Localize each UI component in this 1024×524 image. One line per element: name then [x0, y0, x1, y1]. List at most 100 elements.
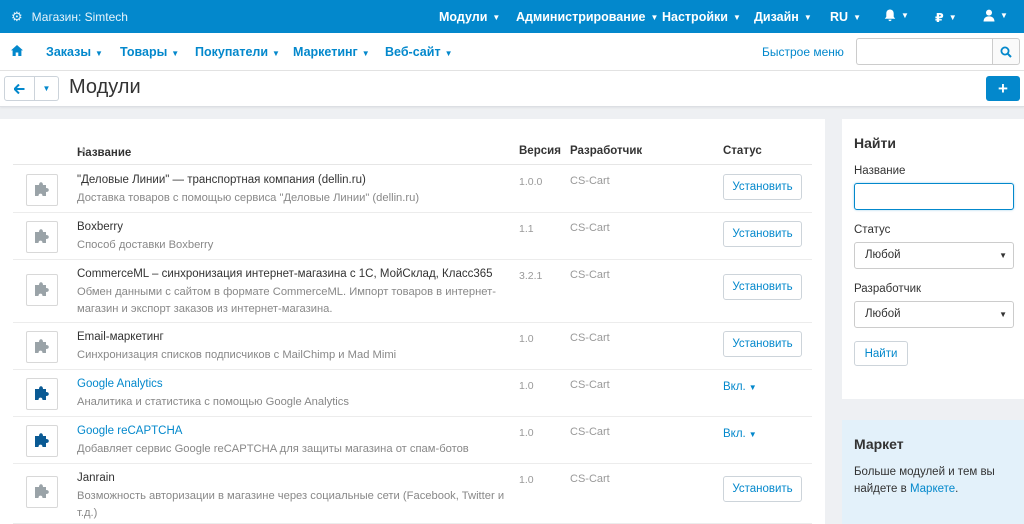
- topnav-administration-label: Администрирование: [516, 10, 646, 24]
- table-row: Google Analytics Аналитика и статистика с…: [13, 370, 812, 417]
- name-filter-label: Название: [854, 165, 906, 177]
- search-sidebar: Найти Название Статус Любой ▼ Разработчик…: [842, 119, 1024, 399]
- addon-developer: CS-Cart: [570, 473, 610, 485]
- addon-icon-box: [26, 174, 58, 206]
- puzzle-icon: [33, 482, 51, 503]
- chevron-down-icon: ▼: [492, 12, 501, 22]
- search-icon: [1000, 46, 1012, 58]
- quick-menu-link[interactable]: Быстрое меню: [762, 45, 844, 59]
- nav-orders-label: Заказы: [46, 45, 92, 59]
- topnav-administration[interactable]: Администрирование ▼: [516, 10, 658, 24]
- chevron-down-icon: ▼: [748, 430, 757, 439]
- user-icon: [983, 9, 995, 22]
- topnav-design[interactable]: Дизайн ▼: [754, 10, 812, 24]
- puzzle-icon: [33, 227, 51, 248]
- status-filter-value: Любой: [865, 249, 901, 261]
- store-name: Магазин: Simtech: [31, 9, 128, 24]
- table-row: Boxberry Способ доставки Boxberry 1.1 CS-Ca…: [13, 213, 812, 260]
- addon-developer: CS-Cart: [570, 332, 610, 344]
- name-filter-input[interactable]: [854, 183, 1014, 210]
- topnav-modules[interactable]: Модули ▼: [439, 10, 500, 24]
- addon-developer: CS-Cart: [570, 426, 610, 438]
- addon-name: Janrain: [77, 472, 115, 484]
- puzzle-icon: [33, 384, 51, 405]
- user-menu[interactable]: ▼: [983, 9, 1008, 22]
- add-addon-button[interactable]: +: [986, 76, 1020, 101]
- addon-version: 1.1: [519, 223, 534, 235]
- table-row: CommerceML – синхронизация интернет-мага…: [13, 260, 812, 323]
- install-button[interactable]: Установить: [723, 221, 802, 247]
- topnav-settings[interactable]: Настройки ▼: [662, 10, 741, 24]
- status-dropdown[interactable]: Вкл. ▼: [723, 381, 757, 393]
- search-input[interactable]: [856, 38, 992, 65]
- market-link[interactable]: Маркете: [910, 483, 955, 495]
- addon-description: Аналитика и статистика с помощью Google …: [77, 396, 349, 408]
- addon-version: 1.0.0: [519, 176, 543, 188]
- table-header: Название ▲ Версия Разработчик Статус: [13, 143, 812, 165]
- install-button[interactable]: Установить: [723, 274, 802, 300]
- chevron-down-icon: ▼: [95, 49, 103, 58]
- chevron-down-icon: ▼: [853, 12, 861, 22]
- addon-description: Способ доставки Boxberry: [77, 239, 214, 251]
- addon-icon-box: [26, 331, 58, 363]
- chevron-down-icon: ▼: [901, 11, 909, 20]
- plus-icon: +: [998, 78, 1008, 98]
- bell-icon: [884, 9, 896, 22]
- install-button[interactable]: Установить: [723, 174, 802, 200]
- search-button[interactable]: [992, 38, 1020, 65]
- install-button[interactable]: Установить: [723, 476, 802, 502]
- back-button[interactable]: [4, 76, 35, 101]
- notifications-button[interactable]: ▼: [884, 9, 909, 22]
- nav-products-label: Товары: [120, 45, 168, 59]
- chevron-down-icon: ▼: [42, 84, 51, 93]
- addon-name[interactable]: Google reCAPTCHA: [77, 425, 182, 437]
- addon-developer: CS-Cart: [570, 222, 610, 234]
- col-developer-header: Разработчик: [570, 145, 643, 157]
- language-selector[interactable]: RU ▼: [830, 10, 861, 24]
- developer-filter-value: Любой: [865, 308, 901, 320]
- addon-developer: CS-Cart: [570, 175, 610, 187]
- status-filter-select[interactable]: Любой ▼: [854, 242, 1014, 269]
- page-header: ▼ Модули +: [0, 71, 1024, 107]
- chevron-down-icon: ▼: [999, 251, 1007, 260]
- addon-version: 1.0: [519, 333, 534, 345]
- developer-filter-label: Разработчик: [854, 283, 922, 295]
- status-dropdown[interactable]: Вкл. ▼: [723, 428, 757, 440]
- nav-customers-label: Покупатели: [195, 45, 269, 59]
- page-title: Модули: [69, 76, 141, 98]
- addon-version: 1.0: [519, 380, 534, 392]
- addon-name[interactable]: Google Analytics: [77, 378, 163, 390]
- home-icon[interactable]: [11, 44, 23, 59]
- history-dropdown[interactable]: ▼: [35, 76, 59, 101]
- table-row: Email-маркетинг Синхронизация списков под…: [13, 323, 812, 370]
- chevron-down-icon: ▼: [748, 383, 757, 392]
- developer-filter-select[interactable]: Любой ▼: [854, 301, 1014, 328]
- chevron-down-icon: ▼: [650, 12, 659, 22]
- chevron-down-icon: ▼: [999, 310, 1007, 319]
- puzzle-icon: [33, 180, 51, 201]
- store-selector[interactable]: ⚙ Магазин: Simtech: [0, 9, 128, 25]
- chevron-down-icon: ▼: [272, 49, 280, 58]
- chevron-down-icon: ▼: [1000, 11, 1008, 20]
- status-filter-label: Статус: [854, 224, 891, 236]
- addon-icon-box: [26, 221, 58, 253]
- addon-name: Boxberry: [77, 221, 124, 233]
- addon-icon-box: [26, 425, 58, 457]
- nav-products[interactable]: Товары ▼: [120, 45, 179, 59]
- topnav-design-label: Дизайн: [754, 10, 799, 24]
- nav-orders[interactable]: Заказы ▼: [46, 45, 103, 59]
- nav-marketing[interactable]: Маркетинг ▼: [293, 45, 370, 59]
- chevron-down-icon: ▼: [803, 12, 812, 22]
- addon-icon-box: [26, 274, 58, 306]
- currency-selector[interactable]: ₽ ▼: [935, 10, 957, 25]
- addon-icon-box: [26, 378, 58, 410]
- install-button[interactable]: Установить: [723, 331, 802, 357]
- nav-website[interactable]: Веб-сайт ▼: [385, 45, 452, 59]
- addon-name: Email-маркетинг: [77, 331, 164, 343]
- market-text-suffix: .: [955, 483, 959, 495]
- find-button[interactable]: Найти: [854, 341, 908, 366]
- addon-icon-box: [26, 476, 58, 508]
- nav-customers[interactable]: Покупатели ▼: [195, 45, 280, 59]
- addon-version: 1.0: [519, 427, 534, 439]
- gear-icon: ⚙: [11, 8, 23, 24]
